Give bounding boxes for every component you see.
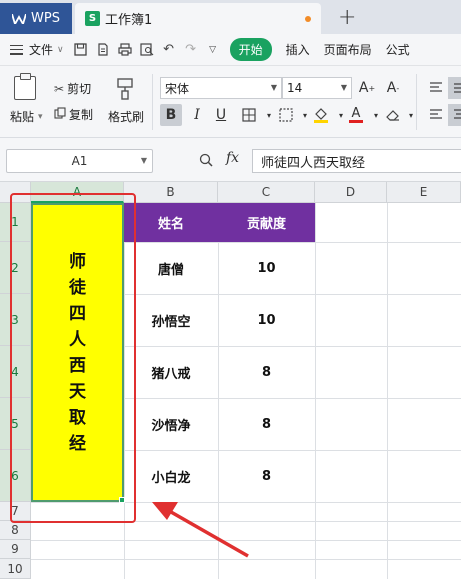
chevron-down-icon: ▼: [140, 156, 147, 165]
annotation-arrow-icon: [152, 502, 249, 558]
hamburger-icon: [10, 44, 23, 55]
menu-tab-formulas[interactable]: 公式: [386, 41, 410, 58]
chevron-down-icon: ▼: [340, 83, 347, 92]
increase-font-size-icon[interactable]: A +: [356, 77, 378, 99]
copy-button[interactable]: 复制: [54, 106, 93, 123]
header-cell-name[interactable]: 姓名: [124, 203, 218, 242]
table-cell-score[interactable]: 10: [218, 242, 315, 294]
menu-tab-insert[interactable]: 插入: [286, 41, 310, 58]
title-tab-bar: WPS S 工作簿1 +: [0, 0, 461, 34]
table-cell-name[interactable]: 孙悟空: [124, 294, 218, 346]
wps-home-tab[interactable]: WPS: [0, 3, 72, 34]
scissors-icon: ✂: [54, 81, 65, 96]
insert-function-icon[interactable]: fx: [226, 150, 239, 166]
quick-access-toolbar: ↶ ↷ ▽: [74, 42, 220, 57]
cut-label: 剪切: [67, 82, 92, 96]
home-ribbon: 粘贴 ▾ ✂ 剪切 复制 格式刷 宋体 ▼ 14 ▼ A + A- B I U ▾: [0, 66, 461, 138]
unsaved-dot-icon: [305, 16, 311, 22]
zoom-lookup-icon[interactable]: [199, 153, 213, 167]
font-size-value: 14: [287, 81, 303, 95]
align-middle-icon[interactable]: [448, 77, 461, 99]
save-icon[interactable]: [74, 43, 88, 57]
bold-button[interactable]: B: [160, 104, 182, 126]
formula-input[interactable]: 师徒四人西天取经: [252, 149, 461, 173]
workbook-tab-label: 工作簿1: [105, 13, 153, 28]
file-menu-button[interactable]: 文件 ∨: [0, 41, 64, 58]
chevron-down-icon: ∨: [57, 44, 64, 55]
print-icon[interactable]: [118, 43, 132, 57]
menu-bar: 文件 ∨ ↶ ↷ ▽ 开始 插入 页面布局 公式: [0, 34, 461, 66]
column-header-c[interactable]: C: [218, 182, 315, 203]
align-left-icon[interactable]: [425, 104, 447, 126]
undo-icon[interactable]: ↶: [162, 42, 176, 57]
paste-button[interactable]: 粘贴 ▾: [10, 108, 43, 125]
annotation-highlight-box: [10, 193, 136, 523]
print-preview-icon[interactable]: [140, 43, 154, 57]
table-cell-score[interactable]: 8: [218, 346, 315, 398]
table-cell-name[interactable]: 猪八戒: [124, 346, 218, 398]
wps-tab-label: WPS: [31, 11, 60, 26]
cut-button[interactable]: ✂ 剪切: [54, 80, 91, 97]
clear-format-dropdown-icon[interactable]: ▾: [400, 104, 422, 126]
paste-label: 粘贴: [10, 110, 35, 124]
table-cell-score[interactable]: 10: [218, 294, 315, 346]
redo-icon[interactable]: ↷: [184, 42, 198, 57]
table-cell-name[interactable]: 唐僧: [124, 242, 218, 294]
name-box[interactable]: A1 ▼: [6, 149, 153, 173]
align-center-icon[interactable]: [448, 104, 461, 126]
paste-dropdown-icon: ▾: [38, 111, 43, 122]
table-cell-name[interactable]: 沙悟净: [124, 398, 218, 450]
align-top-icon[interactable]: [425, 77, 447, 99]
ribbon-separator: [152, 74, 153, 130]
table-cell-score[interactable]: 8: [218, 398, 315, 450]
row-header-10[interactable]: 10: [0, 559, 31, 579]
cell-reference: A1: [71, 154, 88, 168]
formula-bar: A1 ▼ fx 师徒四人西天取经: [0, 138, 461, 182]
format-painter-label: 格式刷: [108, 110, 145, 124]
customize-toolbar-icon[interactable]: ▽: [206, 43, 220, 57]
font-name-select[interactable]: 宋体 ▼: [160, 77, 282, 99]
borders-icon[interactable]: [238, 104, 260, 126]
column-header-b[interactable]: B: [124, 182, 218, 203]
workbook-tab[interactable]: S 工作簿1: [75, 3, 321, 34]
gridline: [315, 203, 316, 579]
file-menu-label: 文件: [29, 43, 54, 57]
menu-tab-start[interactable]: 开始: [229, 38, 272, 61]
copy-icon: [54, 107, 66, 122]
italic-button[interactable]: I: [186, 104, 208, 126]
export-pdf-icon[interactable]: [96, 43, 110, 57]
format-painter-icon[interactable]: [115, 78, 135, 100]
spreadsheet-icon: S: [85, 11, 100, 26]
paste-icon[interactable]: [14, 73, 36, 100]
chevron-down-icon: ▼: [270, 83, 277, 92]
font-size-select[interactable]: 14 ▼: [282, 77, 352, 99]
row-header-9[interactable]: 9: [0, 540, 31, 559]
fill-color-icon[interactable]: [310, 104, 332, 126]
row-header-8[interactable]: 8: [0, 521, 31, 540]
copy-label: 复制: [69, 108, 94, 122]
decrease-font-size-icon[interactable]: A-: [382, 77, 404, 99]
header-cell-contribution[interactable]: 贡献度: [218, 203, 315, 242]
format-painter-button[interactable]: 格式刷: [108, 108, 144, 125]
column-header-e[interactable]: E: [387, 182, 461, 203]
column-header-d[interactable]: D: [315, 182, 387, 203]
menu-tab-page-layout[interactable]: 页面布局: [324, 41, 372, 58]
font-name-value: 宋体: [165, 81, 190, 96]
underline-button[interactable]: U: [210, 104, 232, 126]
font-color-icon[interactable]: A: [345, 104, 367, 126]
wps-logo-icon: [12, 13, 26, 24]
gridline: [387, 203, 388, 579]
new-tab-plus-icon[interactable]: +: [338, 5, 356, 30]
